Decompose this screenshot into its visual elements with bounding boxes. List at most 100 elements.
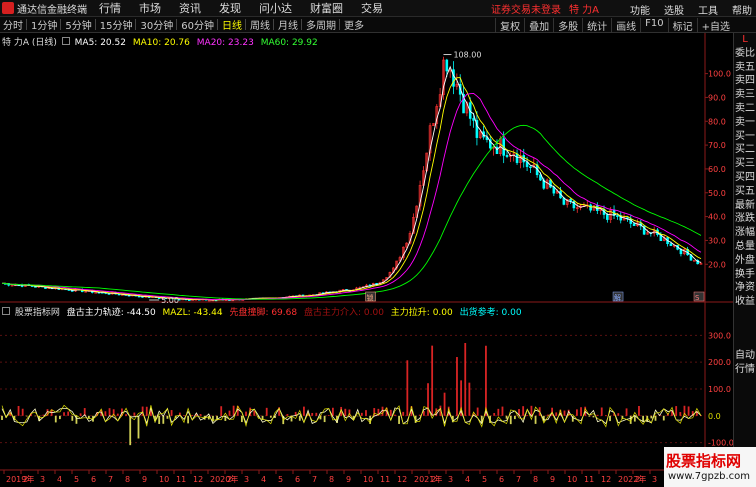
ind-tick-label: 0.0 <box>708 412 721 421</box>
indicator-bar <box>240 415 243 423</box>
indicator-bar <box>67 411 70 416</box>
indicator-box-icon[interactable] <box>2 307 10 315</box>
indicator-bar <box>42 414 45 416</box>
x-tick-label: 12 <box>397 475 407 484</box>
sidebar-item[interactable]: 买一 <box>734 130 756 144</box>
ma5-line <box>1 65 702 301</box>
indicator-bar <box>298 415 301 421</box>
sidebar-item[interactable]: 卖四 <box>734 74 756 88</box>
sidebar-item[interactable]: 买五 <box>734 185 756 199</box>
indicator-warn: 先盘撞脚: 69.68 <box>229 308 298 318</box>
indicator-bar <box>315 412 318 416</box>
sidebar-item[interactable]: 委比 <box>734 47 756 61</box>
indicator-bar <box>394 414 396 416</box>
legend-ma5: MA5: 20.52 <box>74 38 126 48</box>
x-tick-label: 8 <box>533 475 538 484</box>
sidebar-item[interactable]: 买二 <box>734 143 756 157</box>
x-tick-label: 4 <box>57 475 62 484</box>
chart-canvas[interactable]: 20.030.040.050.060.070.080.090.0100.0 -1… <box>0 0 734 487</box>
indicator-bar <box>679 412 682 416</box>
x-tick-label: 5 <box>74 475 79 484</box>
indicator-bar <box>253 410 256 416</box>
sidebar-auto[interactable]: 自动 <box>734 349 756 363</box>
indicator-bar <box>25 415 28 417</box>
indicator-bar <box>526 415 529 416</box>
ind-tick-label: 300.0 <box>708 331 731 340</box>
sidebar-item[interactable]: 净资 <box>734 281 756 295</box>
low-label: 5.00 <box>161 296 179 305</box>
x-tick-label: 5 <box>278 475 283 484</box>
indicator-bar <box>162 415 165 424</box>
sidebar-item[interactable]: 买三 <box>734 157 756 171</box>
indicator-bar <box>133 412 136 416</box>
indicator-bar <box>187 415 190 424</box>
sidebar-item[interactable]: 总量 <box>734 240 756 254</box>
s-tag: S <box>695 294 700 302</box>
indicator-bar <box>220 406 223 416</box>
main-grid: 20.0 30.0 40.0 50.0 60.0 70.0 80.0 90.0 100.0 <box>0 33 734 470</box>
indicator-bar <box>286 414 289 416</box>
indicator-bar <box>600 407 603 416</box>
ma20-line <box>1 92 702 301</box>
x-tick-label: 11 <box>176 475 186 484</box>
indicator-bar <box>323 415 326 423</box>
indicator-bar <box>398 415 400 424</box>
indicator-bar <box>604 415 607 416</box>
sidebar-l[interactable]: L <box>734 33 756 47</box>
legend-box-icon[interactable] <box>61 37 70 45</box>
indicator-ship: 出货参考: 0.00 <box>459 308 522 318</box>
indicator-name: 股票指标网 <box>14 308 60 318</box>
x-tick-label: 7 <box>312 475 317 484</box>
candle-body <box>522 155 526 163</box>
indicator-bar <box>199 414 202 416</box>
x-tick-label: 7 <box>108 475 113 484</box>
y-tick-label: 80.0 <box>708 117 726 126</box>
indicator-bar <box>505 415 508 419</box>
sidebar-item[interactable]: 收益 <box>734 295 756 309</box>
watermark: 股票指标网 www.7gpzb.com <box>664 447 756 487</box>
legend-ma10: MA10: 20.76 <box>132 38 190 48</box>
indicator-bar <box>580 407 582 416</box>
indicator-bar <box>125 414 127 416</box>
x-tick-label: 3 <box>244 475 249 484</box>
x-tick-label: 2 <box>635 475 640 484</box>
candle-body <box>505 155 509 157</box>
sidebar-item[interactable]: 外盘 <box>734 254 756 268</box>
ma-lines <box>1 65 702 301</box>
sidebar-item[interactable]: 最新 <box>734 199 756 213</box>
candle-body <box>549 179 552 188</box>
watermark-url: www.7gpzb.com <box>668 471 750 482</box>
sidebar-item[interactable]: 换手 <box>734 268 756 282</box>
sidebar-quote[interactable]: 行情 <box>734 363 756 377</box>
candle-body <box>632 223 636 227</box>
indicator-bar <box>406 360 409 416</box>
sidebar-item[interactable]: 卖三 <box>734 88 756 102</box>
quote-sidebar: L 委比 卖五 卖四 卖三 卖二 卖一 买一 买二 买三 买四 买五 最新 涨跌… <box>733 33 756 487</box>
indicator-inflow: 盘古主力介入: 0.00 <box>303 308 384 318</box>
indicator-bar <box>485 345 487 416</box>
x-tick-label: 2 <box>23 475 28 484</box>
sidebar-item[interactable]: 卖五 <box>734 61 756 75</box>
indicator-bar <box>497 408 500 416</box>
indicator-bar <box>576 409 578 416</box>
indicator-grid: -100.00.0100.0200.0300.0 <box>0 331 734 448</box>
sidebar-item[interactable]: 涨跌 <box>734 212 756 226</box>
sidebar-item[interactable]: 卖一 <box>734 116 756 130</box>
candle-body <box>693 259 696 262</box>
x-tick-label: 7 <box>516 475 521 484</box>
x-tick-label: 6 <box>91 475 96 484</box>
indicator-bar <box>513 415 516 420</box>
legend-title: 特 力A (日线) <box>2 38 57 48</box>
ma10-line <box>1 77 702 301</box>
indicator-bar <box>79 413 82 416</box>
indicator-bar <box>654 415 657 421</box>
x-tick-label: 9 <box>142 475 147 484</box>
indicator-bar <box>522 406 525 416</box>
menu-help[interactable]: 帮助 <box>732 2 752 17</box>
sidebar-item[interactable]: 卖二 <box>734 102 756 116</box>
sidebar-item[interactable]: 涨幅 <box>734 226 756 240</box>
x-tick-label: 10 <box>363 475 373 484</box>
indicator-bar <box>228 410 231 416</box>
y-tick-label: 20.0 <box>708 260 726 269</box>
sidebar-item[interactable]: 买四 <box>734 171 756 185</box>
